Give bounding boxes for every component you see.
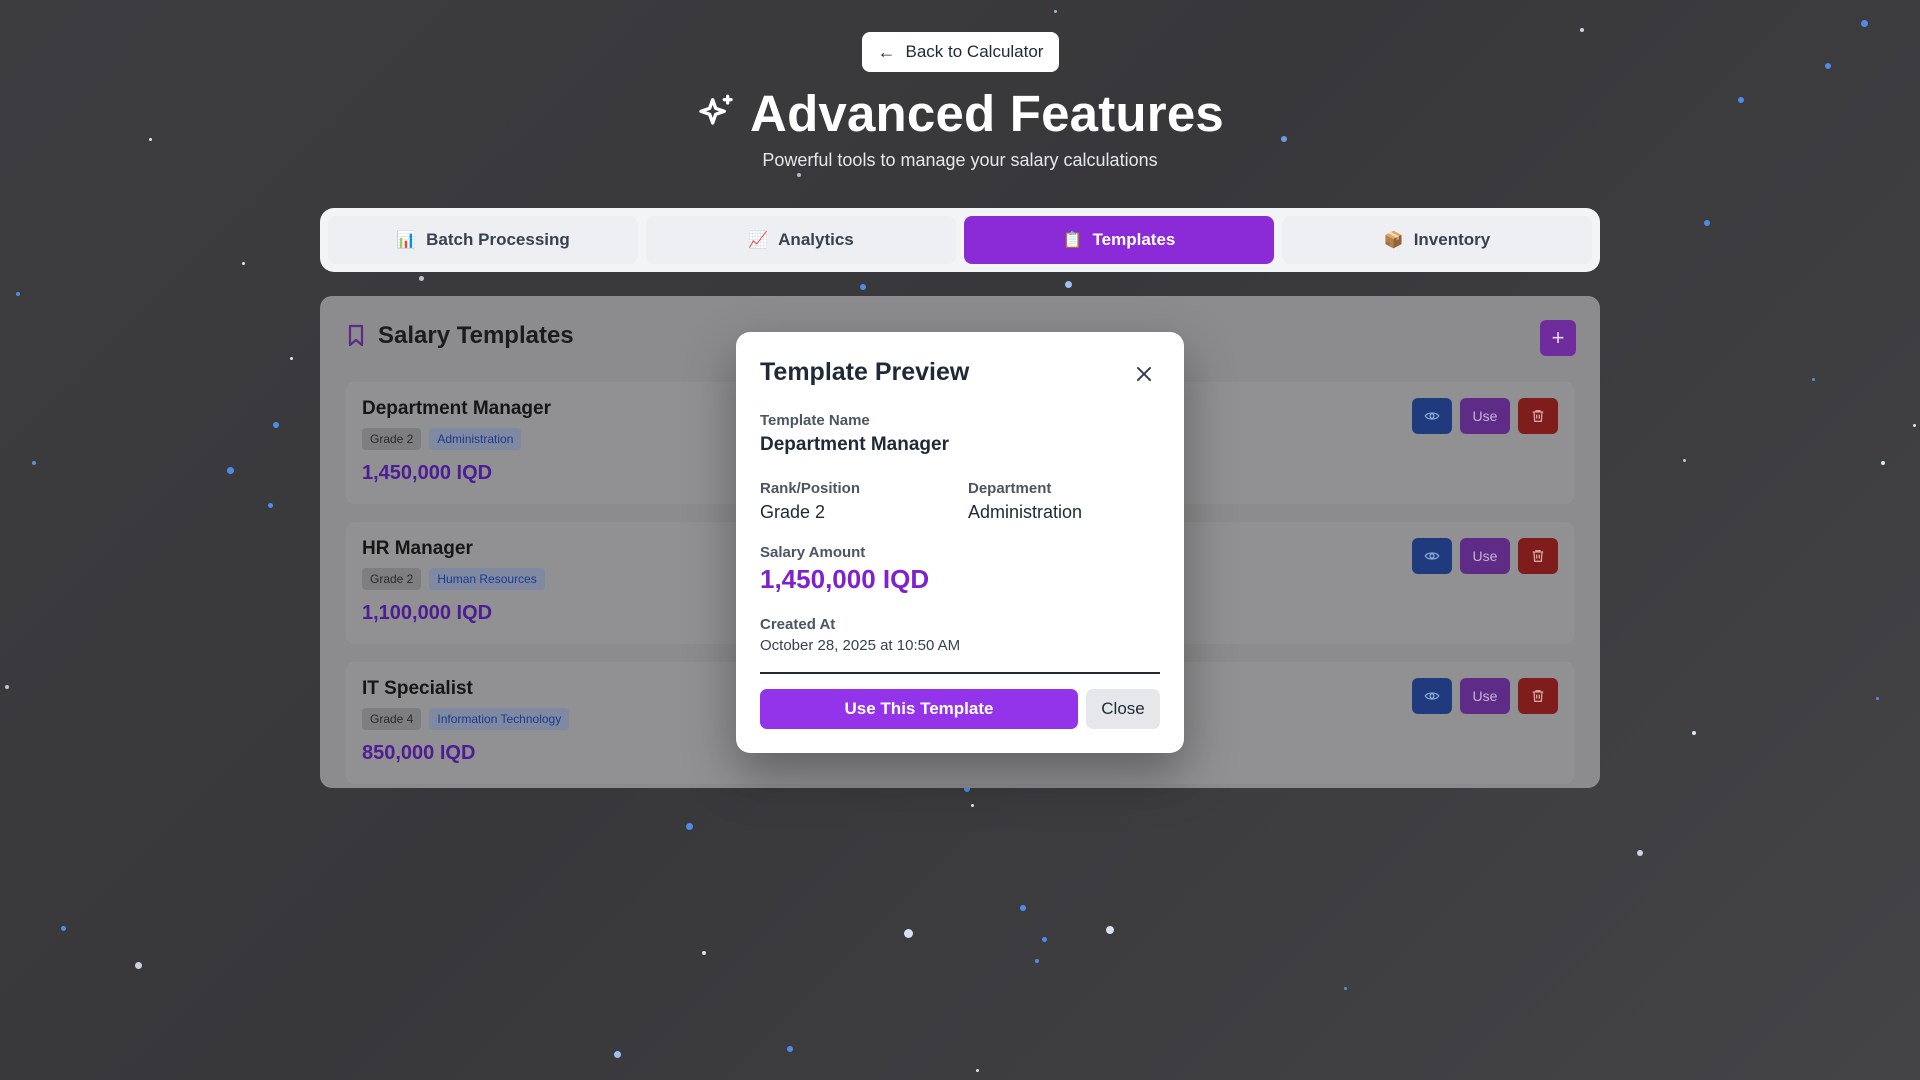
clipboard-icon: 📋 bbox=[1062, 232, 1083, 249]
template-name: HR Manager bbox=[362, 538, 473, 559]
back-to-calculator-button[interactable]: ← Back to Calculator bbox=[862, 32, 1059, 72]
modal-title: Template Preview bbox=[760, 358, 970, 386]
view-template-button[interactable] bbox=[1412, 538, 1452, 574]
salary-amount-label: Salary Amount bbox=[760, 544, 866, 561]
eye-icon bbox=[1424, 412, 1440, 420]
tab-label: Inventory bbox=[1413, 230, 1491, 249]
trash-icon bbox=[1532, 550, 1544, 562]
template-preview-modal: Template Preview Template Name Departmen… bbox=[736, 332, 1184, 753]
template-name-value: Department Manager bbox=[760, 434, 949, 455]
template-name: IT Specialist bbox=[362, 678, 473, 699]
page-title: Advanced Features bbox=[750, 84, 1224, 142]
created-at-value: October 28, 2025 at 10:50 AM bbox=[760, 637, 961, 654]
add-template-button[interactable]: + bbox=[1540, 320, 1576, 356]
department-badge: Administration bbox=[429, 428, 522, 450]
template-amount: 850,000 IQD bbox=[362, 742, 476, 764]
view-template-button[interactable] bbox=[1412, 678, 1452, 714]
feature-tabs: 📊 Batch Processing 📈 Analytics 📋 Templat… bbox=[320, 208, 1600, 272]
trending-chart-icon: 📈 bbox=[748, 232, 769, 249]
department-badge: Human Resources bbox=[429, 568, 545, 590]
department-badge: Information Technology bbox=[429, 708, 570, 730]
back-button-label: Back to Calculator bbox=[905, 42, 1044, 61]
eye-icon bbox=[1424, 692, 1440, 700]
page-subtitle: Powerful tools to manage your salary cal… bbox=[762, 150, 1158, 170]
salary-amount-value: 1,450,000 IQD bbox=[760, 564, 930, 594]
view-template-button[interactable] bbox=[1412, 398, 1452, 434]
tab-analytics[interactable]: 📈 Analytics bbox=[646, 216, 956, 264]
close-button[interactable]: Close bbox=[1086, 689, 1160, 729]
rank-badge: Grade 2 bbox=[362, 428, 422, 450]
template-amount: 1,450,000 IQD bbox=[362, 462, 493, 484]
template-amount: 1,100,000 IQD bbox=[362, 602, 493, 624]
use-template-button[interactable]: Use bbox=[1460, 678, 1510, 714]
rank-label: Rank/Position bbox=[760, 480, 861, 497]
delete-template-button[interactable] bbox=[1518, 538, 1558, 574]
panel-header: Salary Templates bbox=[346, 322, 574, 350]
page-header: Advanced Features bbox=[0, 80, 1920, 146]
sparkles-icon bbox=[699, 94, 733, 125]
modal-divider bbox=[760, 672, 1160, 674]
rank-badge: Grade 4 bbox=[362, 708, 422, 730]
rank-badge: Grade 2 bbox=[362, 568, 422, 590]
close-icon[interactable] bbox=[1132, 362, 1156, 386]
tab-templates[interactable]: 📋 Templates bbox=[964, 216, 1274, 264]
plus-icon: + bbox=[1551, 325, 1565, 350]
use-this-template-button[interactable]: Use This Template bbox=[760, 689, 1078, 729]
trash-icon bbox=[1532, 690, 1544, 702]
tab-inventory[interactable]: 📦 Inventory bbox=[1282, 216, 1592, 264]
tab-batch-processing[interactable]: 📊 Batch Processing bbox=[328, 216, 638, 264]
package-icon: 📦 bbox=[1383, 232, 1404, 249]
tab-label: Batch Processing bbox=[426, 230, 570, 249]
department-label: Department bbox=[968, 480, 1052, 497]
use-template-button[interactable]: Use bbox=[1460, 398, 1510, 434]
department-value: Administration bbox=[968, 502, 1083, 522]
tab-label: Analytics bbox=[778, 230, 854, 249]
arrow-left-icon: ← bbox=[877, 41, 896, 62]
bar-chart-icon: 📊 bbox=[396, 232, 417, 249]
template-name: Department Manager bbox=[362, 398, 551, 419]
trash-icon bbox=[1532, 410, 1544, 422]
eye-icon bbox=[1424, 552, 1440, 560]
delete-template-button[interactable] bbox=[1518, 678, 1558, 714]
created-at-label: Created At bbox=[760, 616, 836, 633]
delete-template-button[interactable] bbox=[1518, 398, 1558, 434]
panel-title: Salary Templates bbox=[378, 322, 574, 349]
use-template-button[interactable]: Use bbox=[1460, 538, 1510, 574]
template-name-label: Template Name bbox=[760, 412, 870, 429]
rank-value: Grade 2 bbox=[760, 502, 826, 522]
tab-label: Templates bbox=[1092, 230, 1176, 249]
bookmark-icon bbox=[348, 324, 364, 347]
